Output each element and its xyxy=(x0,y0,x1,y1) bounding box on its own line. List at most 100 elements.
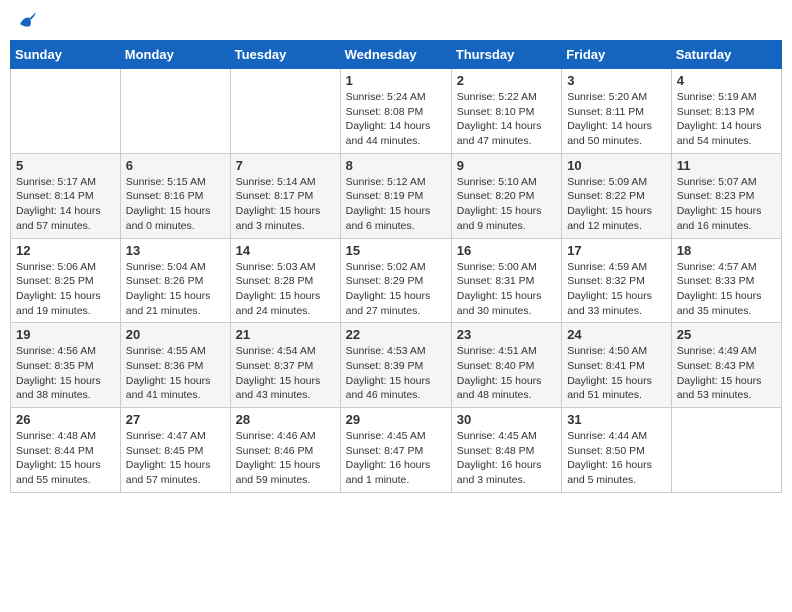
day-info: Sunrise: 5:02 AMSunset: 8:29 PMDaylight:… xyxy=(346,260,446,319)
day-number: 1 xyxy=(346,73,446,88)
day-number: 6 xyxy=(126,158,225,173)
calendar-day-cell: 3Sunrise: 5:20 AMSunset: 8:11 PMDaylight… xyxy=(562,69,672,154)
day-info: Sunrise: 5:20 AMSunset: 8:11 PMDaylight:… xyxy=(567,90,666,149)
day-info: Sunrise: 4:47 AMSunset: 8:45 PMDaylight:… xyxy=(126,429,225,488)
day-number: 27 xyxy=(126,412,225,427)
day-of-week-header: Monday xyxy=(120,41,230,69)
day-of-week-header: Friday xyxy=(562,41,672,69)
day-number: 8 xyxy=(346,158,446,173)
day-number: 31 xyxy=(567,412,666,427)
calendar-day-cell: 17 Sunrise: 4:59 AMSunset: 8:32 PMDayligh… xyxy=(562,238,672,323)
calendar-day-cell xyxy=(11,69,121,154)
day-number: 15 xyxy=(346,243,446,258)
day-info: Sunrise: 5:07 AMSunset: 8:23 PMDaylight:… xyxy=(677,175,776,234)
calendar-day-cell: 18 Sunrise: 4:57 AMSunset: 8:33 PMDayligh… xyxy=(671,238,781,323)
day-info: Sunrise: 4:45 AMSunset: 8:48 PMDaylight:… xyxy=(457,429,556,488)
logo-bird-icon xyxy=(16,10,38,32)
calendar-day-cell: 30 Sunrise: 4:45 AMSunset: 8:48 PMDayligh… xyxy=(451,408,561,493)
day-number: 24 xyxy=(567,327,666,342)
day-info: Sunrise: 4:44 AMSunset: 8:50 PMDaylight:… xyxy=(567,429,666,488)
day-of-week-header: Saturday xyxy=(671,41,781,69)
day-of-week-header: Wednesday xyxy=(340,41,451,69)
day-info: Sunrise: 4:56 AMSunset: 8:35 PMDaylight:… xyxy=(16,344,115,403)
day-info: Sunrise: 5:24 AMSunset: 8:08 PMDaylight:… xyxy=(346,90,446,149)
day-info: Sunrise: 5:19 AMSunset: 8:13 PMDaylight:… xyxy=(677,90,776,149)
day-number: 22 xyxy=(346,327,446,342)
calendar-day-cell: 10 Sunrise: 5:09 AMSunset: 8:22 PMDayligh… xyxy=(562,153,672,238)
day-number: 19 xyxy=(16,327,115,342)
day-info: Sunrise: 5:04 AMSunset: 8:26 PMDaylight:… xyxy=(126,260,225,319)
calendar-week-row: 1 Sunrise: 5:24 AMSunset: 8:08 PMDaylight… xyxy=(11,69,782,154)
calendar-week-row: 12 Sunrise: 5:06 AMSunset: 8:25 PMDayligh… xyxy=(11,238,782,323)
logo xyxy=(14,10,38,32)
day-number: 5 xyxy=(16,158,115,173)
calendar-day-cell: 25 Sunrise: 4:49 AMSunset: 8:43 PMDayligh… xyxy=(671,323,781,408)
day-number: 18 xyxy=(677,243,776,258)
calendar-day-cell xyxy=(120,69,230,154)
day-number: 25 xyxy=(677,327,776,342)
calendar-week-row: 26 Sunrise: 4:48 AMSunset: 8:44 PMDayligh… xyxy=(11,408,782,493)
day-number: 10 xyxy=(567,158,666,173)
day-info: Sunrise: 5:12 AMSunset: 8:19 PMDaylight:… xyxy=(346,175,446,234)
day-info: Sunrise: 5:17 AMSunset: 8:14 PMDaylight:… xyxy=(16,175,115,234)
calendar-day-cell: 15 Sunrise: 5:02 AMSunset: 8:29 PMDayligh… xyxy=(340,238,451,323)
calendar-day-cell: 8 Sunrise: 5:12 AMSunset: 8:19 PMDaylight… xyxy=(340,153,451,238)
day-info: Sunrise: 4:51 AMSunset: 8:40 PMDaylight:… xyxy=(457,344,556,403)
day-number: 20 xyxy=(126,327,225,342)
day-of-week-header: Sunday xyxy=(11,41,121,69)
day-number: 11 xyxy=(677,158,776,173)
calendar-day-cell: 1 Sunrise: 5:24 AMSunset: 8:08 PMDaylight… xyxy=(340,69,451,154)
calendar-day-cell: 6 Sunrise: 5:15 AMSunset: 8:16 PMDaylight… xyxy=(120,153,230,238)
day-info: Sunrise: 4:48 AMSunset: 8:44 PMDaylight:… xyxy=(16,429,115,488)
day-info: Sunrise: 5:22 AMSunset: 8:10 PMDaylight:… xyxy=(457,90,556,149)
calendar-week-row: 19 Sunrise: 4:56 AMSunset: 8:35 PMDayligh… xyxy=(11,323,782,408)
calendar-week-row: 5 Sunrise: 5:17 AMSunset: 8:14 PMDaylight… xyxy=(11,153,782,238)
day-info: Sunrise: 4:46 AMSunset: 8:46 PMDaylight:… xyxy=(236,429,335,488)
day-number: 26 xyxy=(16,412,115,427)
day-info: Sunrise: 5:09 AMSunset: 8:22 PMDaylight:… xyxy=(567,175,666,234)
calendar-day-cell: 16Sunrise: 5:00 AMSunset: 8:31 PMDayligh… xyxy=(451,238,561,323)
day-number: 7 xyxy=(236,158,335,173)
day-number: 30 xyxy=(457,412,556,427)
day-info: Sunrise: 4:45 AMSunset: 8:47 PMDaylight:… xyxy=(346,429,446,488)
day-info: Sunrise: 4:57 AMSunset: 8:33 PMDaylight:… xyxy=(677,260,776,319)
calendar-table: SundayMondayTuesdayWednesdayThursdayFrid… xyxy=(10,40,782,493)
calendar-day-cell: 12 Sunrise: 5:06 AMSunset: 8:25 PMDayligh… xyxy=(11,238,121,323)
day-number: 28 xyxy=(236,412,335,427)
calendar-day-cell: 28 Sunrise: 4:46 AMSunset: 8:46 PMDayligh… xyxy=(230,408,340,493)
day-number: 17 xyxy=(567,243,666,258)
day-info: Sunrise: 5:06 AMSunset: 8:25 PMDaylight:… xyxy=(16,260,115,319)
day-number: 4 xyxy=(677,73,776,88)
day-info: Sunrise: 4:49 AMSunset: 8:43 PMDaylight:… xyxy=(677,344,776,403)
day-info: Sunrise: 4:59 AMSunset: 8:32 PMDaylight:… xyxy=(567,260,666,319)
calendar-day-cell: 29 Sunrise: 4:45 AMSunset: 8:47 PMDayligh… xyxy=(340,408,451,493)
calendar-day-cell xyxy=(230,69,340,154)
calendar-day-cell: 2Sunrise: 5:22 AMSunset: 8:10 PMDaylight… xyxy=(451,69,561,154)
day-number: 9 xyxy=(457,158,556,173)
calendar-day-cell: 26 Sunrise: 4:48 AMSunset: 8:44 PMDayligh… xyxy=(11,408,121,493)
day-info: Sunrise: 5:15 AMSunset: 8:16 PMDaylight:… xyxy=(126,175,225,234)
day-number: 13 xyxy=(126,243,225,258)
calendar-day-cell: 13 Sunrise: 5:04 AMSunset: 8:26 PMDayligh… xyxy=(120,238,230,323)
day-number: 16 xyxy=(457,243,556,258)
calendar-day-cell: 14 Sunrise: 5:03 AMSunset: 8:28 PMDayligh… xyxy=(230,238,340,323)
calendar-day-cell: 23Sunrise: 4:51 AMSunset: 8:40 PMDayligh… xyxy=(451,323,561,408)
day-info: Sunrise: 4:53 AMSunset: 8:39 PMDaylight:… xyxy=(346,344,446,403)
day-number: 21 xyxy=(236,327,335,342)
day-number: 29 xyxy=(346,412,446,427)
day-number: 12 xyxy=(16,243,115,258)
calendar-day-cell: 19 Sunrise: 4:56 AMSunset: 8:35 PMDayligh… xyxy=(11,323,121,408)
day-info: Sunrise: 5:10 AMSunset: 8:20 PMDaylight:… xyxy=(457,175,556,234)
page-header xyxy=(10,10,782,32)
day-info: Sunrise: 4:55 AMSunset: 8:36 PMDaylight:… xyxy=(126,344,225,403)
calendar-day-cell: 21 Sunrise: 4:54 AMSunset: 8:37 PMDayligh… xyxy=(230,323,340,408)
day-info: Sunrise: 5:03 AMSunset: 8:28 PMDaylight:… xyxy=(236,260,335,319)
calendar-day-cell: 7Sunrise: 5:14 AMSunset: 8:17 PMDaylight… xyxy=(230,153,340,238)
calendar-day-cell: 11 Sunrise: 5:07 AMSunset: 8:23 PMDayligh… xyxy=(671,153,781,238)
calendar-day-cell: 24Sunrise: 4:50 AMSunset: 8:41 PMDayligh… xyxy=(562,323,672,408)
calendar-header-row: SundayMondayTuesdayWednesdayThursdayFrid… xyxy=(11,41,782,69)
calendar-day-cell: 22 Sunrise: 4:53 AMSunset: 8:39 PMDayligh… xyxy=(340,323,451,408)
calendar-day-cell: 31 Sunrise: 4:44 AMSunset: 8:50 PMDayligh… xyxy=(562,408,672,493)
day-number: 14 xyxy=(236,243,335,258)
day-info: Sunrise: 4:54 AMSunset: 8:37 PMDaylight:… xyxy=(236,344,335,403)
